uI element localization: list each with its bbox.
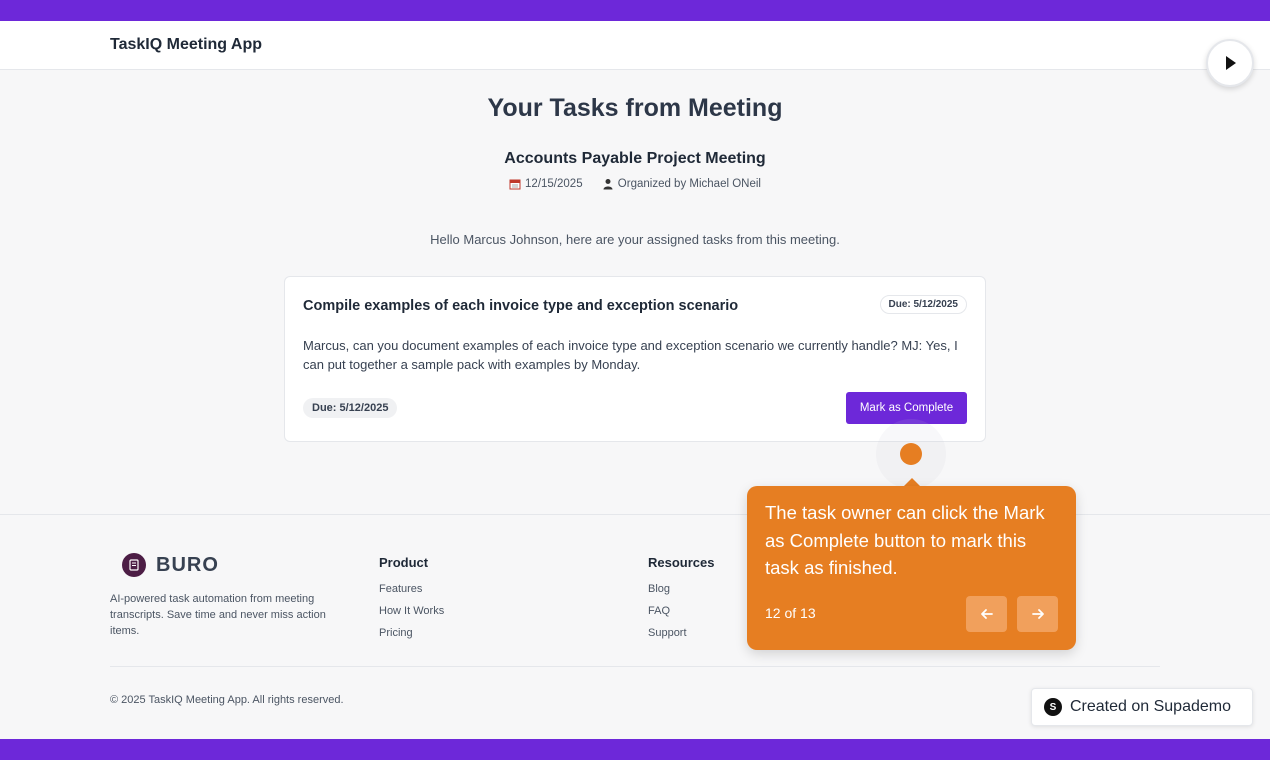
meeting-date-text: 12/15/2025: [525, 178, 583, 190]
task-description: Marcus, can you document examples of eac…: [303, 338, 958, 372]
buro-logo-icon: [122, 553, 146, 577]
due-date-badge: Due: 5/12/2025: [879, 295, 967, 314]
meeting-meta: 12/15/2025 Organized by Michael ONeil: [0, 178, 1270, 190]
app-header: TaskIQ Meeting App: [0, 21, 1270, 70]
supademo-logo-icon: S: [1044, 698, 1062, 716]
supademo-badge[interactable]: S Created on Supademo: [1031, 688, 1253, 726]
footer-link-pricing[interactable]: Pricing: [379, 627, 413, 639]
footer-divider: [110, 666, 1160, 667]
organizer-text: Organized by Michael ONeil: [617, 178, 761, 190]
footer-link-how-it-works[interactable]: How It Works: [379, 605, 444, 617]
task-card: Compile examples of each invoice type an…: [284, 276, 986, 442]
walkthrough-tooltip: The task owner can click the Mark as Com…: [747, 486, 1076, 650]
play-icon: [1226, 56, 1236, 70]
footer-logo[interactable]: BURO: [122, 553, 219, 577]
resources-heading: Resources: [648, 555, 715, 570]
play-demo-button[interactable]: [1206, 39, 1254, 87]
calendar-icon: [509, 179, 521, 190]
user-icon: [603, 179, 613, 190]
footer-link-features[interactable]: Features: [379, 583, 422, 595]
copyright-text: © 2025 TaskIQ Meeting App. All rights re…: [110, 694, 344, 706]
bottom-brand-bar: [0, 739, 1270, 760]
greeting-text: Hello Marcus Johnson, here are your assi…: [430, 232, 840, 247]
meeting-title: Accounts Payable Project Meeting: [504, 150, 766, 167]
page-title: Your Tasks from Meeting: [487, 94, 783, 122]
arrow-left-icon: [980, 609, 993, 619]
previous-step-button[interactable]: [966, 596, 1007, 632]
tooltip-step-counter: 12 of 13: [765, 605, 816, 621]
app-name: TaskIQ Meeting App: [110, 36, 263, 53]
product-heading: Product: [379, 555, 429, 570]
footer-link-blog[interactable]: Blog: [648, 583, 670, 595]
next-step-button[interactable]: [1017, 596, 1058, 632]
footer-description: AI-powered task automation from meeting …: [110, 593, 326, 637]
due-date-pill: Due: 5/12/2025: [303, 398, 398, 418]
brand-name: BURO: [156, 553, 219, 576]
hotspot-beacon[interactable]: [900, 443, 922, 465]
supademo-text: Created on Supademo: [1070, 698, 1231, 715]
tooltip-arrow: [904, 478, 920, 486]
footer-link-support[interactable]: Support: [648, 627, 687, 639]
tooltip-text: The task owner can click the Mark as Com…: [765, 502, 1045, 578]
meeting-organizer: Organized by Michael ONeil: [602, 178, 761, 190]
arrow-right-icon: [1031, 609, 1044, 619]
footer-link-faq[interactable]: FAQ: [648, 605, 670, 617]
task-title: Compile examples of each invoice type an…: [303, 298, 739, 314]
top-brand-bar: [0, 0, 1270, 21]
meeting-date: 12/15/2025: [509, 178, 583, 190]
